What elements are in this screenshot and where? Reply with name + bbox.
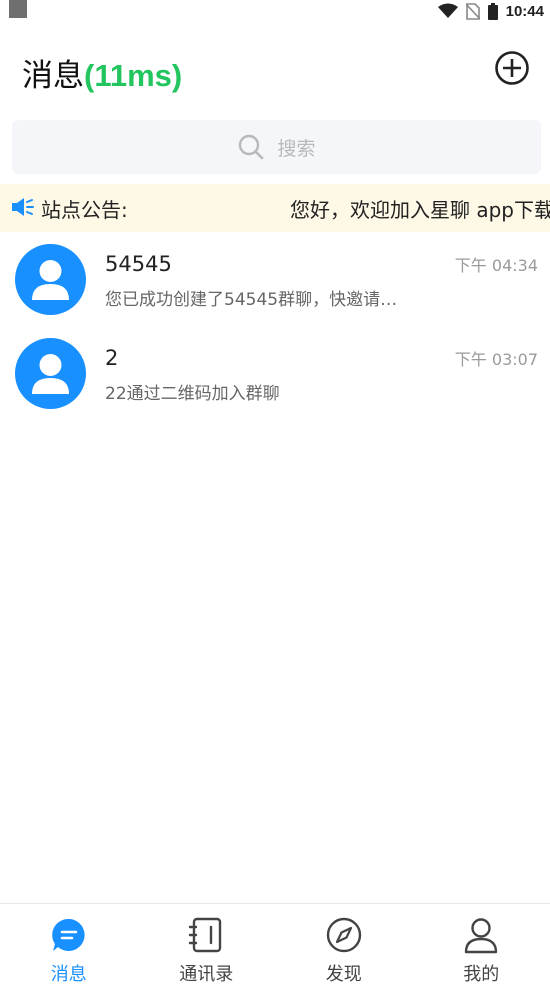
status-time: 10:44 — [506, 3, 544, 20]
add-button[interactable] — [494, 50, 530, 86]
header: 消息(11ms) — [0, 22, 550, 118]
chat-icon — [50, 916, 88, 954]
status-icons: 10:44 — [438, 0, 544, 22]
tab-label: 我的 — [413, 960, 550, 986]
chat-name: 54545 — [105, 252, 172, 276]
speaker-icon — [11, 196, 36, 218]
bottom-nav: 消息 通讯录 发现 我的 — [0, 903, 550, 987]
chat-name: 2 — [105, 346, 118, 370]
announcement-bar[interactable]: 站点公告: 您好，欢迎加入星聊 app下载 — [0, 184, 550, 232]
no-sim-icon — [466, 3, 480, 20]
avatar — [15, 244, 86, 315]
user-icon — [462, 916, 500, 954]
user-avatar-icon — [15, 244, 86, 315]
list-item[interactable]: 2 22通过二维码加入群聊 下午 03:07 — [0, 326, 550, 420]
tab-profile[interactable]: 我的 — [413, 904, 550, 987]
tab-messages[interactable]: 消息 — [0, 904, 138, 987]
status-bar: 10:44 — [0, 0, 550, 22]
avatar — [15, 338, 86, 409]
tab-label: 发现 — [275, 960, 413, 986]
notification-icon — [9, 0, 27, 18]
page-title: 消息(11ms) — [22, 50, 182, 95]
user-avatar-icon — [15, 338, 86, 409]
announcement-label: 站点公告: — [41, 194, 128, 223]
latency-indicator: (11ms) — [84, 58, 182, 93]
tab-label: 通讯录 — [138, 960, 276, 986]
battery-icon — [488, 3, 498, 20]
tab-contacts[interactable]: 通讯录 — [138, 904, 276, 987]
chat-time: 下午 04:34 — [455, 252, 538, 276]
chat-preview: 您已成功创建了54545群聊，快邀请… — [105, 285, 397, 310]
plus-circle-icon — [494, 50, 530, 86]
search-placeholder: 搜索 — [277, 134, 315, 161]
search-input[interactable]: 搜索 — [12, 120, 541, 174]
message-list: 54545 您已成功创建了54545群聊，快邀请… 下午 04:34 2 22通… — [0, 232, 550, 420]
tab-label: 消息 — [0, 960, 138, 986]
page-title-text: 消息 — [22, 58, 84, 94]
announcement-text: 您好，欢迎加入星聊 app下载 — [290, 194, 550, 223]
contacts-book-icon — [187, 916, 225, 954]
compass-icon — [325, 916, 363, 954]
tab-discover[interactable]: 发现 — [275, 904, 413, 987]
wifi-icon — [438, 3, 458, 19]
search-icon — [237, 133, 265, 161]
chat-preview: 22通过二维码加入群聊 — [105, 379, 280, 404]
chat-time: 下午 03:07 — [455, 346, 538, 370]
list-item[interactable]: 54545 您已成功创建了54545群聊，快邀请… 下午 04:34 — [0, 232, 550, 326]
